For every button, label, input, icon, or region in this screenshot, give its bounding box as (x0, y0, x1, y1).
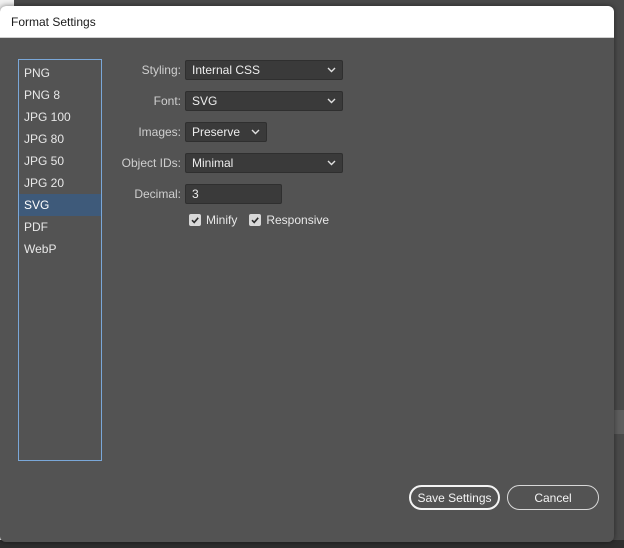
responsive-checkbox[interactable] (249, 214, 262, 226)
format-item-jpg20[interactable]: JPG 20 (19, 172, 101, 194)
responsive-label: Responsive (266, 213, 330, 227)
styling-row: Styling: Internal CSS (110, 59, 343, 81)
cancel-button[interactable]: Cancel (507, 485, 599, 510)
checkmark-icon (251, 217, 260, 224)
save-settings-button[interactable]: Save Settings (409, 485, 500, 510)
chevron-down-icon (326, 96, 336, 106)
images-label: Images: (138, 125, 181, 139)
chevron-down-icon (250, 127, 260, 137)
decimal-input[interactable]: 3 (185, 184, 282, 204)
decimal-label: Decimal: (134, 187, 181, 201)
images-row: Images: Preserve (110, 121, 267, 143)
font-value: SVG (192, 94, 218, 108)
checkmark-icon (191, 217, 199, 224)
chevron-down-icon (326, 158, 336, 168)
format-item-svg[interactable]: SVG (19, 194, 101, 216)
object-ids-select[interactable]: Minimal (185, 153, 343, 173)
dialog-title: Format Settings (11, 14, 96, 29)
format-settings-dialog: Format Settings PNG PNG 8 JPG 100 JPG 80… (0, 6, 614, 542)
format-item-png[interactable]: PNG (19, 62, 101, 84)
minify-label: Minify (206, 213, 238, 227)
format-item-webp[interactable]: WebP (19, 238, 101, 260)
images-select[interactable]: Preserve (185, 122, 267, 142)
format-item-jpg80[interactable]: JPG 80 (19, 128, 101, 150)
format-item-png8[interactable]: PNG 8 (19, 84, 101, 106)
chevron-down-icon (326, 65, 336, 75)
format-item-jpg100[interactable]: JPG 100 (19, 106, 101, 128)
images-value: Preserve (192, 125, 241, 139)
decimal-row: Decimal: 3 (110, 183, 282, 205)
font-select[interactable]: SVG (185, 91, 343, 111)
object-ids-label: Object IDs: (121, 156, 181, 170)
format-list[interactable]: PNG PNG 8 JPG 100 JPG 80 JPG 50 JPG 20 S… (18, 59, 102, 461)
checkbox-row: Minify Responsive (189, 213, 341, 227)
object-ids-value: Minimal (192, 156, 234, 170)
dialog-titlebar: Format Settings (0, 6, 614, 38)
format-item-pdf[interactable]: PDF (19, 216, 101, 238)
font-label: Font: (153, 94, 181, 108)
font-row: Font: SVG (110, 90, 343, 112)
format-item-jpg50[interactable]: JPG 50 (19, 150, 101, 172)
object-ids-row: Object IDs: Minimal (110, 152, 343, 174)
styling-label: Styling: (141, 63, 181, 77)
styling-value: Internal CSS (192, 63, 261, 77)
styling-select[interactable]: Internal CSS (185, 60, 343, 80)
minify-checkbox[interactable] (189, 214, 201, 226)
